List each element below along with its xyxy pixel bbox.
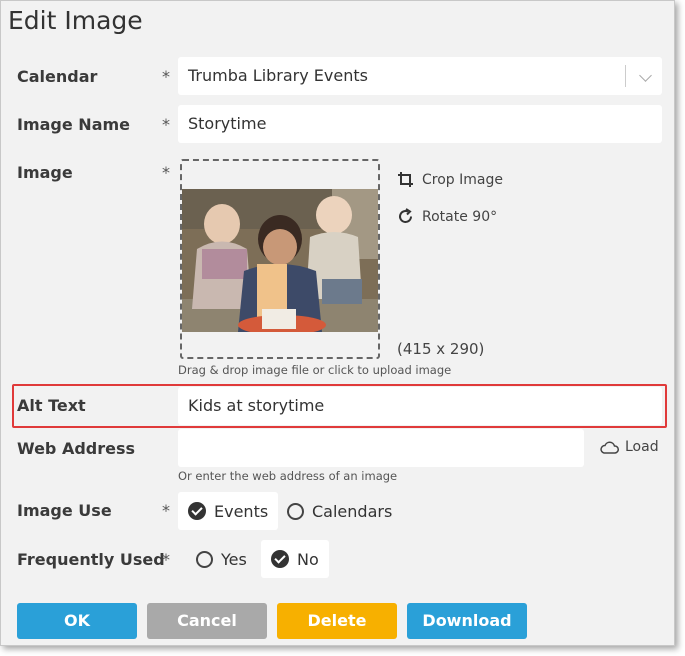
frequently-used-label: Frequently Used <box>17 550 165 569</box>
cloud-icon <box>600 441 619 454</box>
calendar-select-value: Trumba Library Events <box>188 66 368 85</box>
image-preview <box>182 189 378 332</box>
image-dropzone[interactable] <box>180 159 380 359</box>
image-use-events-option[interactable]: Events <box>178 492 279 530</box>
frequently-used-no-label: No <box>297 549 319 569</box>
image-name-label: Image Name <box>17 115 131 134</box>
image-name-required-marker: * <box>162 115 170 134</box>
load-button[interactable]: Load <box>599 439 659 455</box>
rotate-image-label: Rotate 90° <box>422 208 498 225</box>
dialog-title: Edit Image <box>8 6 143 35</box>
edit-image-dialog: Edit Image Calendar * Trumba Library Eve… <box>0 0 675 646</box>
image-label: Image <box>17 163 73 182</box>
image-use-calendars-label: Calendars <box>312 501 393 521</box>
ok-button[interactable]: OK <box>17 603 137 639</box>
image-use-label: Image Use <box>17 501 112 520</box>
web-address-label: Web Address <box>17 439 136 458</box>
frequently-used-required-marker: * <box>162 550 170 569</box>
calendar-required-marker: * <box>162 67 170 86</box>
calendar-select[interactable]: Trumba Library Events <box>178 57 662 95</box>
image-name-input[interactable]: Storytime <box>178 105 662 143</box>
image-dimensions: (415 x 290) <box>397 340 485 358</box>
image-required-marker: * <box>162 163 170 182</box>
load-label: Load <box>625 439 659 455</box>
check-circle-icon <box>188 502 206 520</box>
image-use-calendars-option[interactable]: Calendars <box>277 492 402 530</box>
crop-image-label: Crop Image <box>422 171 503 188</box>
alt-text-highlight <box>12 384 667 428</box>
download-button[interactable]: Download <box>407 603 527 639</box>
frequently-used-yes-label: Yes <box>221 549 247 569</box>
upload-hint: Drag & drop image file or click to uploa… <box>178 363 452 377</box>
crop-icon <box>398 172 413 187</box>
image-use-required-marker: * <box>162 501 170 520</box>
select-separator <box>625 65 626 87</box>
calendar-label: Calendar <box>17 67 98 86</box>
web-address-hint: Or enter the web address of an image <box>178 469 398 483</box>
crop-image-button[interactable]: Crop Image <box>397 171 503 188</box>
rotate-image-button[interactable]: Rotate 90° <box>397 208 497 225</box>
image-use-events-label: Events <box>214 501 269 521</box>
radio-empty-icon <box>196 550 213 568</box>
chevron-down-icon[interactable] <box>639 69 652 82</box>
cancel-button[interactable]: Cancel <box>147 603 267 639</box>
rotate-icon <box>399 208 412 223</box>
web-address-input[interactable] <box>178 429 584 467</box>
radio-empty-icon <box>287 502 304 520</box>
frequently-used-no-option[interactable]: No <box>261 540 329 578</box>
frequently-used-yes-option[interactable]: Yes <box>186 540 257 578</box>
delete-button[interactable]: Delete <box>277 603 397 639</box>
check-circle-icon <box>271 550 289 568</box>
